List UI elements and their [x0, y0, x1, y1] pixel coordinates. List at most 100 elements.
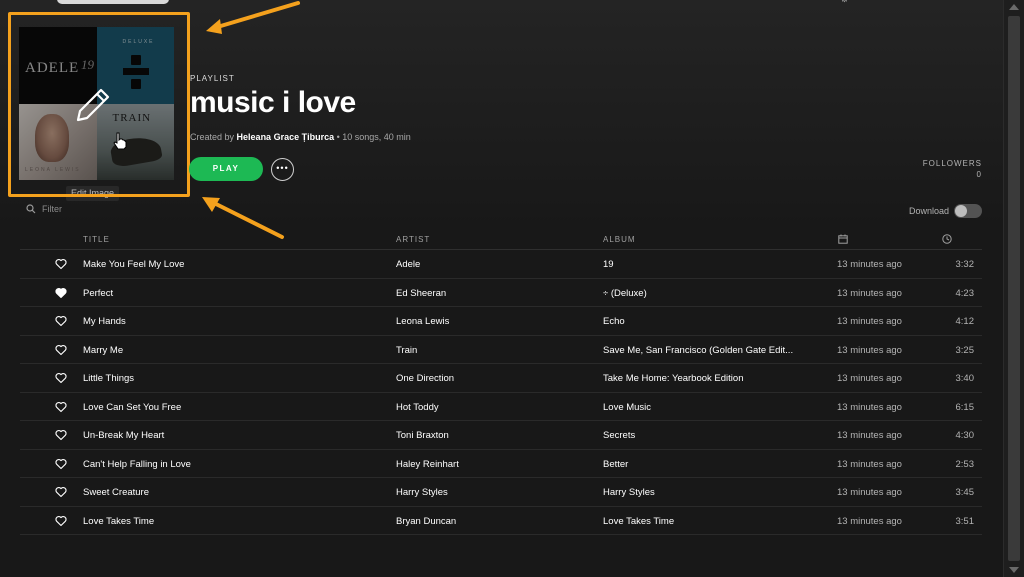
heart-icon[interactable] — [55, 458, 67, 470]
track-artist[interactable]: Ed Sheeran — [396, 288, 596, 299]
track-duration: 6:15 — [955, 401, 975, 413]
filter-box[interactable] — [26, 204, 162, 214]
track-added: 13 minutes ago — [837, 373, 902, 384]
table-header: TITLE ARTIST ALBUM — [20, 228, 982, 250]
playlist-byline: Created by Heleana Grace Țiburca • 10 so… — [190, 132, 411, 142]
track-list: Make You Feel My Love Adele 19 13 minutes a… — [20, 250, 982, 535]
track-album[interactable]: Save Me, San Francisco (Golden Gate Edit… — [603, 345, 808, 356]
scroll-down-arrow[interactable] — [1009, 567, 1019, 573]
heart-icon[interactable] — [55, 258, 67, 270]
download-toggle[interactable] — [954, 204, 982, 218]
track-artist[interactable]: Leona Lewis — [396, 316, 596, 327]
table-row[interactable]: Perfect Ed Sheeran ÷ (Deluxe) 13 minutes ag… — [20, 279, 982, 307]
track-artist[interactable]: Harry Styles — [396, 487, 596, 498]
heart-icon[interactable] — [55, 486, 67, 498]
table-row[interactable]: Can't Help Falling in Love Haley Reinhart… — [20, 450, 982, 478]
scroll-up-arrow[interactable] — [1009, 4, 1019, 10]
heart-icon[interactable] — [55, 401, 67, 413]
track-added: 13 minutes ago — [837, 259, 902, 270]
track-added: 13 minutes ago — [837, 430, 902, 441]
track-album[interactable]: Harry Styles — [603, 487, 808, 498]
playlist-meta: • 10 songs, 40 min — [334, 132, 411, 142]
track-album[interactable]: Take Me Home: Yearbook Edition — [603, 373, 808, 384]
table-row[interactable]: Un-Break My Heart Toni Braxton Secrets 13 m… — [20, 421, 982, 450]
heart-icon[interactable] — [55, 315, 67, 327]
owner-link[interactable]: Heleana Grace Țiburca — [237, 132, 335, 142]
track-title[interactable]: Can't Help Falling in Love — [83, 459, 383, 470]
playlist-title[interactable]: music i love — [190, 86, 356, 120]
table-row[interactable]: Love Can Set You Free Hot Toddy Love Music… — [20, 393, 982, 421]
track-duration: 2:53 — [955, 458, 975, 470]
track-album[interactable]: Echo — [603, 316, 808, 327]
edit-image-tooltip: Edit Image — [66, 186, 120, 201]
track-album[interactable]: Love Music — [603, 402, 808, 413]
play-button[interactable]: PLAY — [189, 157, 263, 181]
track-album[interactable]: Better — [603, 459, 808, 470]
scroll-thumb[interactable] — [1008, 16, 1020, 561]
track-duration: 3:45 — [955, 487, 975, 498]
playlist-type-label: PLAYLIST — [190, 74, 235, 83]
track-added: 13 minutes ago — [837, 515, 902, 527]
pencil-icon[interactable] — [74, 86, 112, 124]
more-options-button[interactable]: ••• — [271, 158, 294, 181]
gear-icon[interactable]: ⚙ — [840, 0, 852, 5]
track-artist[interactable]: Bryan Duncan — [396, 516, 596, 527]
track-title[interactable]: Un-Break My Heart — [83, 430, 383, 441]
column-header-album[interactable]: ALBUM — [603, 235, 636, 244]
track-artist[interactable]: Adele — [396, 259, 596, 270]
filter-input[interactable] — [42, 204, 162, 214]
heart-filled-icon[interactable] — [55, 287, 67, 299]
hand-cursor-icon — [113, 132, 127, 150]
calendar-icon[interactable] — [838, 234, 848, 244]
track-added: 13 minutes ago — [837, 401, 902, 413]
track-title[interactable]: Perfect — [83, 288, 383, 299]
table-row[interactable]: Little Things One Direction Take Me Home: … — [20, 364, 982, 393]
track-artist[interactable]: One Direction — [396, 373, 596, 384]
search-bar-edge[interactable] — [57, 0, 169, 4]
track-album[interactable]: ÷ (Deluxe) — [603, 288, 808, 299]
scrollbar[interactable] — [1003, 0, 1024, 577]
track-title[interactable]: Make You Feel My Love — [83, 259, 383, 270]
track-added: 13 minutes ago — [837, 287, 902, 299]
track-duration: 3:32 — [955, 259, 975, 270]
track-artist[interactable]: Train — [396, 345, 596, 356]
heart-icon[interactable] — [55, 515, 67, 527]
track-duration: 3:51 — [955, 515, 975, 527]
search-icon — [26, 204, 36, 214]
track-added: 13 minutes ago — [837, 316, 902, 327]
table-row[interactable]: Sweet Creature Harry Styles Harry Styles 13… — [20, 478, 982, 507]
track-album[interactable]: Love Takes Time — [603, 516, 808, 527]
followers-label: FOLLOWERS — [922, 159, 982, 168]
track-title[interactable]: Love Takes Time — [83, 516, 383, 527]
track-album[interactable]: 19 — [603, 259, 808, 270]
track-artist[interactable]: Toni Braxton — [396, 430, 596, 441]
track-title[interactable]: Marry Me — [83, 345, 383, 356]
track-title[interactable]: Sweet Creature — [83, 487, 383, 498]
track-title[interactable]: Little Things — [83, 373, 383, 384]
track-title[interactable]: Love Can Set You Free — [83, 402, 383, 413]
track-duration: 4:23 — [955, 287, 975, 299]
track-artist[interactable]: Haley Reinhart — [396, 459, 596, 470]
track-artist[interactable]: Hot Toddy — [396, 402, 596, 413]
track-added: 13 minutes ago — [837, 487, 902, 498]
track-table: TITLE ARTIST ALBUM Make You Feel My Love… — [20, 228, 982, 535]
table-row[interactable]: Marry Me Train Save Me, San Francisco (Gol… — [20, 336, 982, 364]
table-row[interactable]: Make You Feel My Love Adele 19 13 minutes a… — [20, 250, 982, 279]
clock-icon[interactable] — [942, 234, 952, 244]
heart-icon[interactable] — [55, 344, 67, 356]
column-header-artist[interactable]: ARTIST — [396, 235, 430, 244]
column-header-title[interactable]: TITLE — [83, 235, 110, 244]
track-duration: 3:40 — [955, 373, 975, 384]
track-album[interactable]: Secrets — [603, 430, 808, 441]
download-label: Download — [908, 206, 949, 216]
track-duration: 4:12 — [955, 316, 975, 327]
heart-icon[interactable] — [55, 372, 67, 384]
table-row[interactable]: My Hands Leona Lewis Echo 13 minutes ago 4:1… — [20, 307, 982, 336]
track-duration: 4:30 — [955, 430, 975, 441]
table-row[interactable]: Love Takes Time Bryan Duncan Love Takes Ti… — [20, 507, 982, 535]
heart-icon[interactable] — [55, 429, 67, 441]
track-title[interactable]: My Hands — [83, 316, 383, 327]
followers-count: 0 — [976, 170, 981, 179]
track-duration: 3:25 — [955, 344, 975, 356]
toggle-knob — [955, 205, 967, 217]
